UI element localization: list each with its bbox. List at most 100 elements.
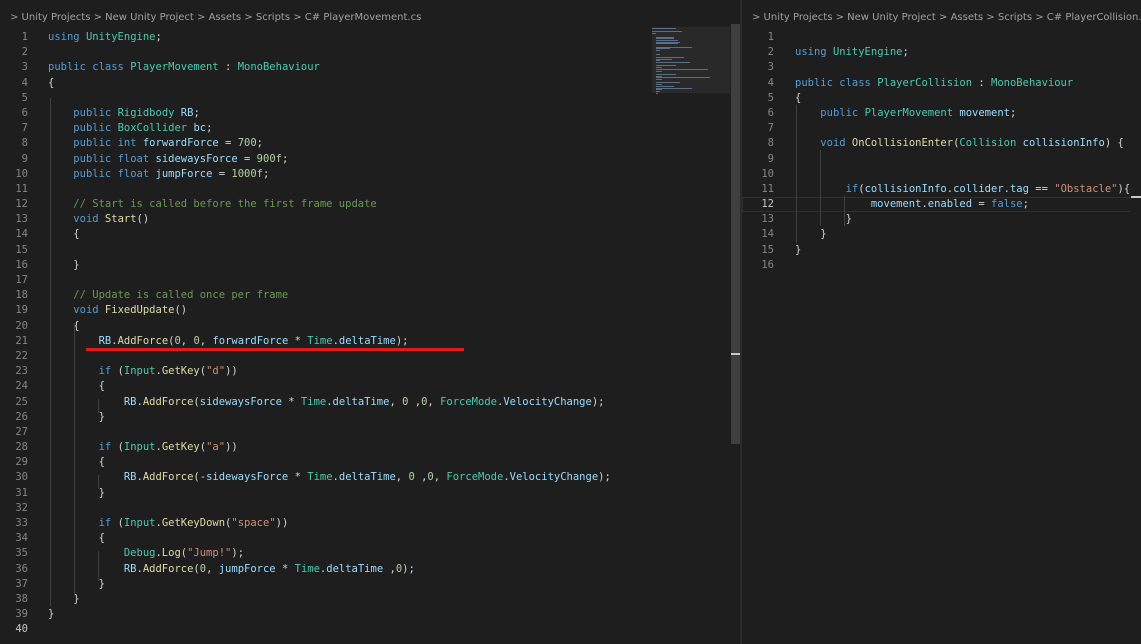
right-code-line[interactable]: 1 <box>742 30 1141 45</box>
code-text[interactable]: public float jumpForce = 1000f; <box>48 168 269 180</box>
left-code-line[interactable]: 29 { <box>0 455 740 470</box>
code-text[interactable]: public class PlayerCollision : MonoBehav… <box>795 77 1073 89</box>
code-text[interactable]: { <box>48 380 105 392</box>
left-code-line[interactable]: 19 void FixedUpdate() <box>0 303 740 318</box>
code-text[interactable]: { <box>48 228 79 240</box>
code-text[interactable]: } <box>48 411 105 423</box>
code-text[interactable]: } <box>795 244 801 256</box>
code-text[interactable]: public PlayerMovement movement; <box>795 107 1016 119</box>
code-text[interactable]: if (Input.GetKeyDown("space")) <box>48 517 289 529</box>
scrollbar-left[interactable] <box>731 24 740 444</box>
scrollbar-right[interactable] <box>1131 24 1141 644</box>
code-text[interactable]: { <box>48 77 54 89</box>
right-code-line[interactable]: 13 } <box>742 212 1141 227</box>
left-code-line[interactable]: 37 } <box>0 577 740 592</box>
right-code-line[interactable]: 12 movement.enabled = false; <box>742 197 1141 213</box>
code-text[interactable]: { <box>48 532 105 544</box>
code-text[interactable]: movement.enabled = false; <box>795 198 1029 210</box>
code-text[interactable]: } <box>48 259 79 271</box>
left-code-line[interactable]: 11 <box>0 182 740 197</box>
left-code-line[interactable]: 25 RB.AddForce(sidewaysForce * Time.delt… <box>0 395 740 410</box>
code-text[interactable]: { <box>48 456 105 468</box>
left-code-line[interactable]: 23 if (Input.GetKey("d")) <box>0 364 740 379</box>
code-text[interactable]: // Update is called once per frame <box>48 289 288 301</box>
code-text[interactable]: if(collisionInfo.collider.tag == "Obstac… <box>795 183 1131 195</box>
code-text[interactable]: public BoxCollider bc; <box>48 122 212 134</box>
code-text[interactable]: RB.AddForce(0, jumpForce * Time.deltaTim… <box>48 563 415 575</box>
code-text[interactable]: void FixedUpdate() <box>48 304 187 316</box>
breadcrumb-left[interactable]: > Unity Projects > New Unity Project > A… <box>0 0 740 24</box>
left-code-line[interactable]: 20 { <box>0 319 740 334</box>
code-text[interactable]: // Start is called before the first fram… <box>48 198 376 210</box>
right-code-line[interactable]: 6 public PlayerMovement movement; <box>742 106 1141 121</box>
code-text[interactable]: } <box>48 608 54 620</box>
left-code-line[interactable]: 21 RB.AddForce(0, 0, forwardForce * Time… <box>0 334 740 349</box>
left-code-line[interactable]: 14 { <box>0 227 740 242</box>
code-text[interactable]: using UnityEngine; <box>795 46 909 58</box>
code-text[interactable]: } <box>795 228 826 240</box>
code-text[interactable]: public int forwardForce = 700; <box>48 137 263 149</box>
code-text[interactable]: Debug.Log("Jump!"); <box>48 547 244 559</box>
left-code-line[interactable]: 15 <box>0 243 740 258</box>
left-code-line[interactable]: 32 <box>0 501 740 516</box>
left-code-line[interactable]: 24 { <box>0 379 740 394</box>
left-code-line[interactable]: 16 } <box>0 258 740 273</box>
left-code-line[interactable]: 10 public float jumpForce = 1000f; <box>0 167 740 182</box>
right-editor-pane[interactable]: > Unity Projects > New Unity Project > A… <box>742 0 1141 644</box>
left-code-line[interactable]: 38 } <box>0 592 740 607</box>
right-code-line[interactable]: 8 void OnCollisionEnter(Collision collis… <box>742 136 1141 151</box>
left-editor-pane[interactable]: > Unity Projects > New Unity Project > A… <box>0 0 740 644</box>
left-code-line[interactable]: 3 public class PlayerMovement : MonoBehav… <box>0 60 740 75</box>
right-code-line[interactable]: 3 <box>742 60 1141 75</box>
left-code-line[interactable]: 8 public int forwardForce = 700; <box>0 136 740 151</box>
right-code-line[interactable]: 11 if(collisionInfo.collider.tag == "Obs… <box>742 182 1141 197</box>
code-text[interactable]: RB.AddForce(0, 0, forwardForce * Time.de… <box>48 335 409 347</box>
left-code-line[interactable]: 9 public float sidewaysForce = 900f; <box>0 152 740 167</box>
left-code-line[interactable]: 22 <box>0 349 740 364</box>
code-text[interactable]: using UnityEngine; <box>48 31 162 43</box>
left-code-line[interactable]: 40 <box>0 622 740 637</box>
left-code-line[interactable]: 17 <box>0 273 740 288</box>
left-code-line[interactable]: 27 <box>0 425 740 440</box>
left-code-line[interactable]: 31 } <box>0 486 740 501</box>
left-code-line[interactable]: 35 Debug.Log("Jump!"); <box>0 546 740 561</box>
minimap[interactable] <box>650 26 730 96</box>
left-code-line[interactable]: 18 // Update is called once per frame <box>0 288 740 303</box>
right-code-line[interactable]: 16 <box>742 258 1141 273</box>
right-code-line[interactable]: 5{ <box>742 91 1141 106</box>
left-code-line[interactable]: 4{ <box>0 76 740 91</box>
left-code-line[interactable]: 26 } <box>0 410 740 425</box>
left-code-line[interactable]: 34 { <box>0 531 740 546</box>
right-code-line[interactable]: 9 <box>742 152 1141 167</box>
code-area-right[interactable]: 1 2 using UnityEngine; 3 4 public class Playe… <box>742 30 1141 273</box>
code-text[interactable]: if (Input.GetKey("a")) <box>48 441 238 453</box>
left-code-line[interactable]: 30 RB.AddForce(-sidewaysForce * Time.del… <box>0 470 740 485</box>
code-text[interactable]: void Start() <box>48 213 149 225</box>
left-code-line[interactable]: 13 void Start() <box>0 212 740 227</box>
left-code-line[interactable]: 2 <box>0 45 740 60</box>
right-code-line[interactable]: 10 <box>742 167 1141 182</box>
left-code-line[interactable]: 39} <box>0 607 740 622</box>
left-code-line[interactable]: 36 RB.AddForce(0, jumpForce * Time.delta… <box>0 562 740 577</box>
code-text[interactable]: } <box>48 578 105 590</box>
code-text[interactable]: void OnCollisionEnter(Collision collisio… <box>795 137 1124 149</box>
left-code-line[interactable]: 6 public Rigidbody RB; <box>0 106 740 121</box>
right-code-line[interactable]: 2 using UnityEngine; <box>742 45 1141 60</box>
left-code-line[interactable]: 28 if (Input.GetKey("a")) <box>0 440 740 455</box>
left-code-line[interactable]: 1 using UnityEngine; <box>0 30 740 45</box>
code-area-left[interactable]: 1 using UnityEngine; 2 3 public class Player… <box>0 30 740 638</box>
code-text[interactable]: public float sidewaysForce = 900f; <box>48 153 288 165</box>
left-code-line[interactable]: 12 // Start is called before the first f… <box>0 197 740 212</box>
code-text[interactable]: public Rigidbody RB; <box>48 107 199 119</box>
right-code-line[interactable]: 4 public class PlayerCollision : MonoBeha… <box>742 76 1141 91</box>
code-text[interactable]: RB.AddForce(-sidewaysForce * Time.deltaT… <box>48 471 611 483</box>
code-text[interactable]: } <box>48 487 105 499</box>
left-code-line[interactable]: 33 if (Input.GetKeyDown("space")) <box>0 516 740 531</box>
left-code-line[interactable]: 5 <box>0 91 740 106</box>
code-text[interactable]: RB.AddForce(sidewaysForce * Time.deltaTi… <box>48 396 605 408</box>
code-text[interactable]: if (Input.GetKey("d")) <box>48 365 238 377</box>
code-text[interactable]: public class PlayerMovement : MonoBehavi… <box>48 61 320 73</box>
right-code-line[interactable]: 15} <box>742 243 1141 258</box>
left-code-line[interactable]: 7 public BoxCollider bc; <box>0 121 740 136</box>
right-code-line[interactable]: 7 <box>742 121 1141 136</box>
